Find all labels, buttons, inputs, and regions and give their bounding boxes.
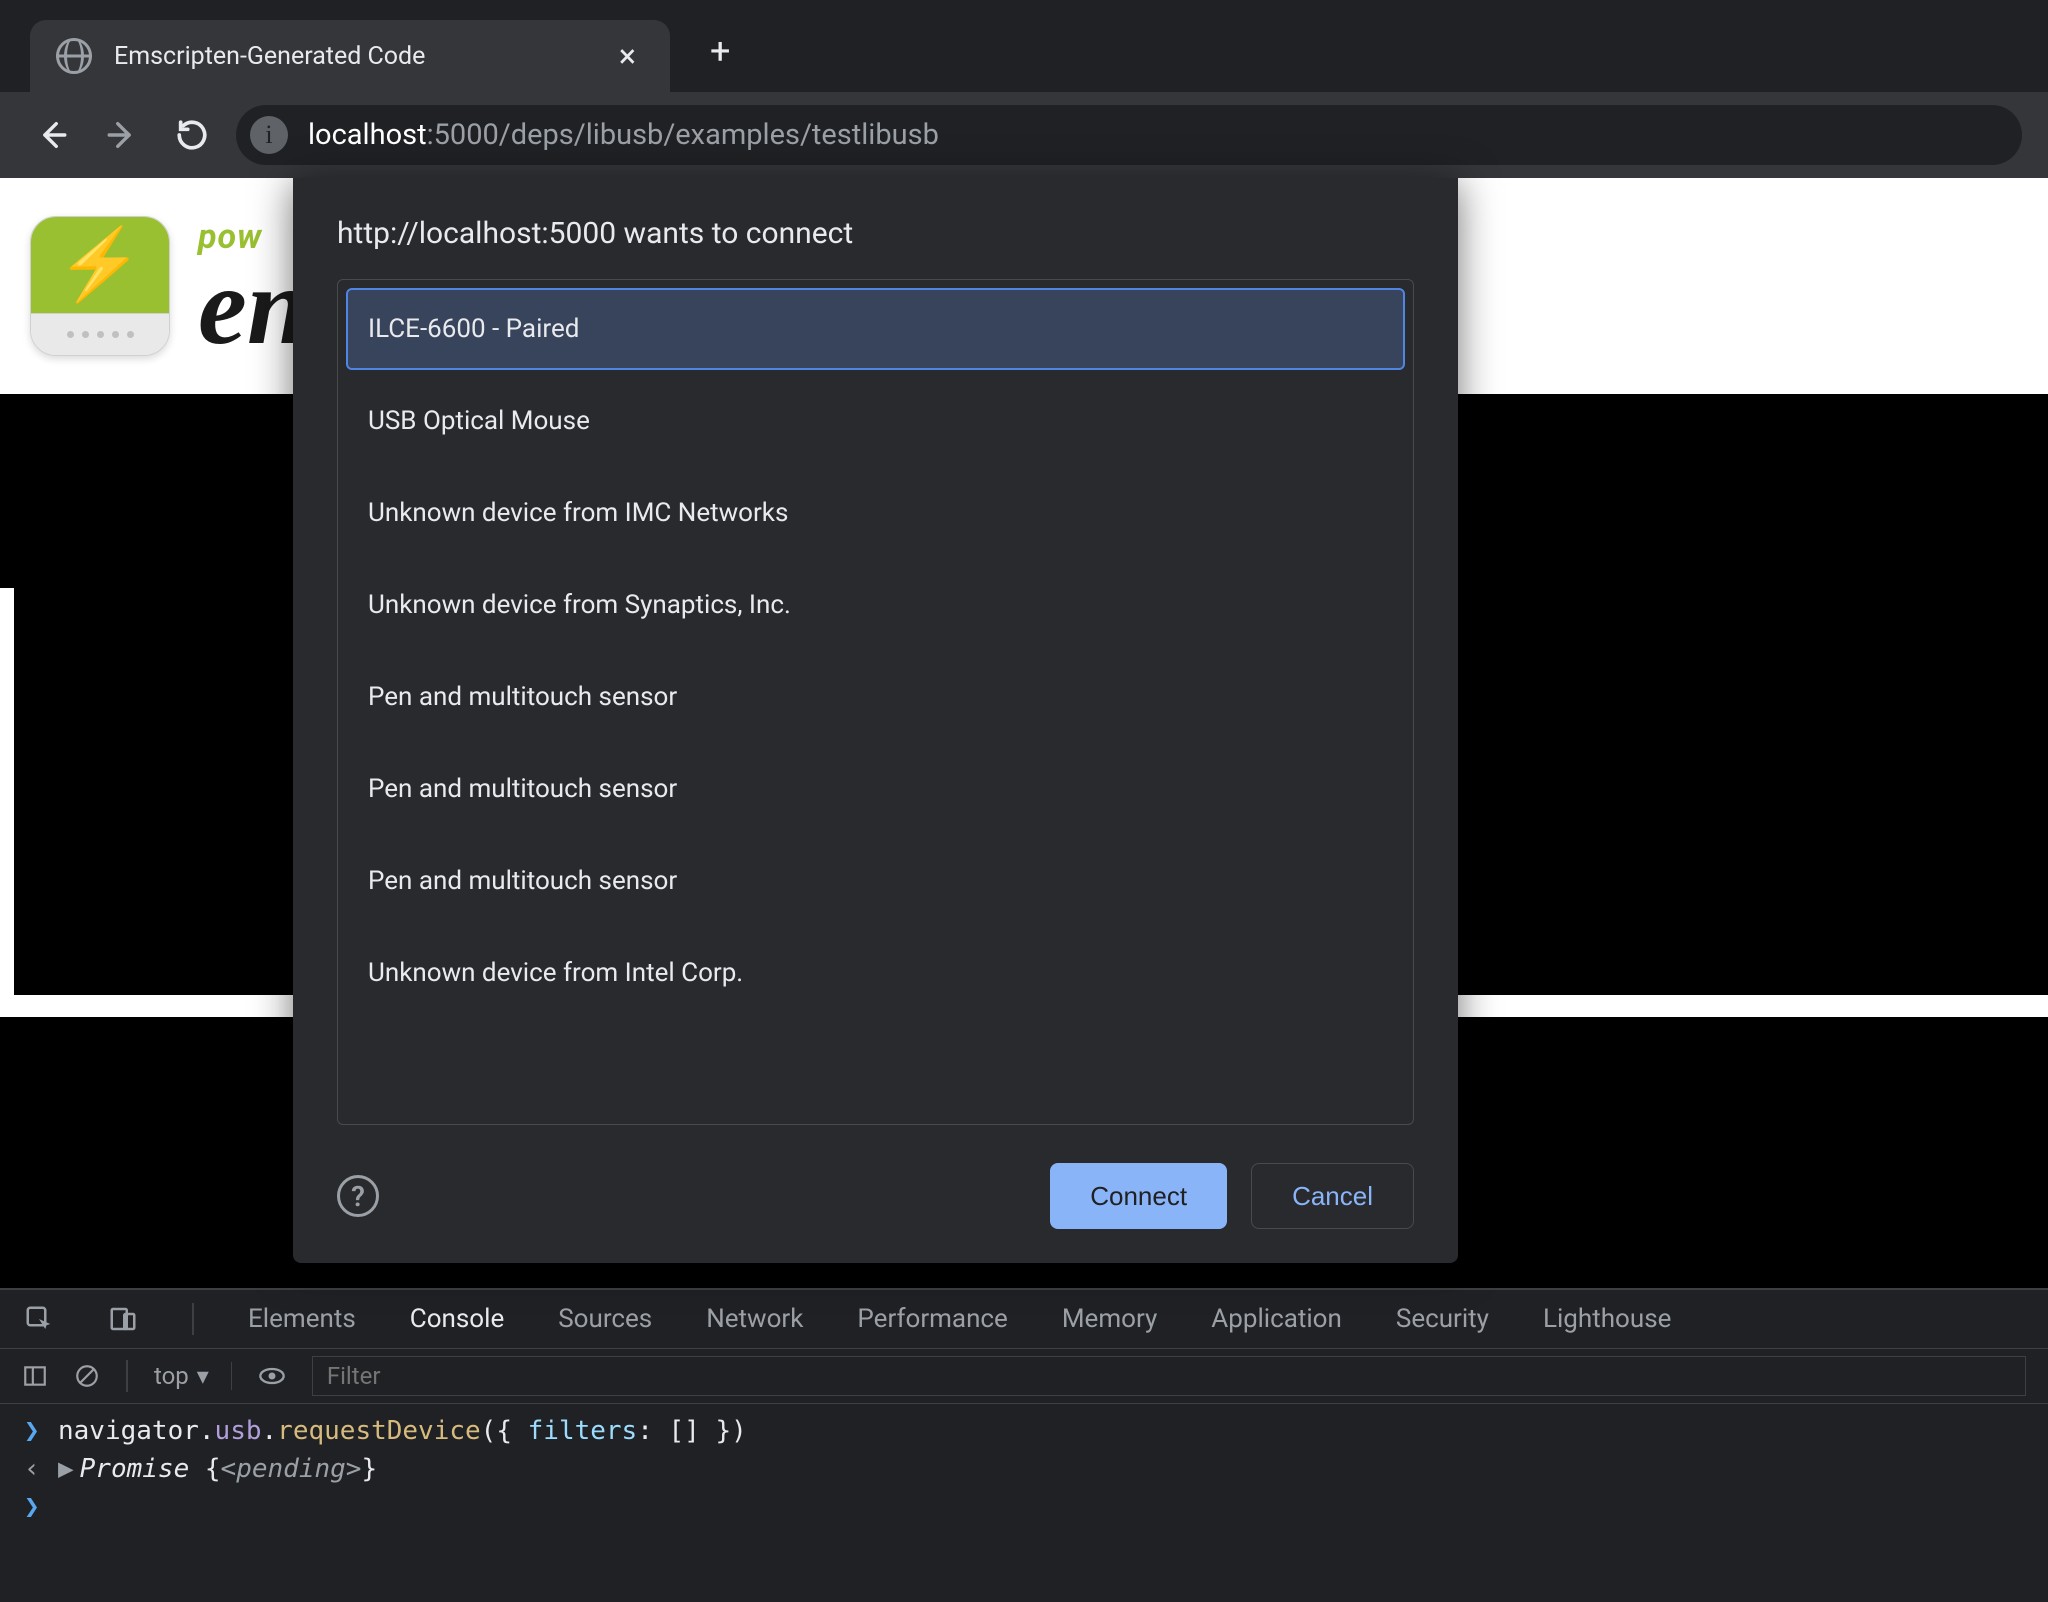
url-text: localhost:5000/deps/libusb/examples/test…	[308, 118, 939, 152]
browser-tab[interactable]: Emscripten-Generated Code ×	[30, 20, 670, 92]
new-tab-button[interactable]: +	[670, 30, 770, 92]
usb-prompt-text: http://localhost:5000 wants to connect	[337, 216, 1414, 251]
cancel-button[interactable]: Cancel	[1251, 1163, 1414, 1229]
logo-main-text: en	[198, 257, 308, 356]
console-log[interactable]: ❯ navigator.usb.requestDevice({ filters:…	[0, 1404, 2048, 1602]
clear-console-icon[interactable]	[74, 1363, 100, 1389]
forward-button[interactable]	[96, 109, 148, 161]
globe-icon	[56, 38, 92, 74]
console-input-line: ❯ navigator.usb.requestDevice({ filters:…	[0, 1412, 2048, 1450]
usb-device-list[interactable]: ILCE-6600 - Paired USB Optical Mouse Unkno…	[337, 279, 1414, 1125]
back-button[interactable]	[26, 109, 78, 161]
usb-device-item[interactable]: Unknown device from IMC Networks	[348, 474, 1403, 552]
tab-title: Emscripten-Generated Code	[114, 42, 589, 71]
usb-device-item[interactable]: Pen and multitouch sensor	[348, 842, 1403, 920]
console-output-line: ‹ ▶Promise {<pending>}	[0, 1450, 2048, 1488]
connect-button[interactable]: Connect	[1050, 1163, 1227, 1229]
console-prompt-line[interactable]: ❯	[0, 1488, 2048, 1526]
prompt-caret-icon: ❯	[24, 1492, 44, 1522]
emscripten-wordmark: pow en	[198, 217, 308, 356]
usb-device-item[interactable]: ILCE-6600 - Paired	[348, 290, 1403, 368]
browser-toolbar: i localhost:5000/deps/libusb/examples/te…	[0, 92, 2048, 178]
console-filter-input[interactable]	[312, 1356, 2026, 1396]
address-bar[interactable]: i localhost:5000/deps/libusb/examples/te…	[236, 105, 2022, 165]
devtools-panel: Elements Console Sources Network Perform…	[0, 1288, 2048, 1602]
inspect-element-icon[interactable]	[24, 1304, 54, 1334]
console-input-code: navigator.usb.requestDevice({ filters: […	[58, 1416, 747, 1446]
output-caret-icon: ‹	[24, 1454, 44, 1484]
usb-device-chooser: http://localhost:5000 wants to connect I…	[293, 178, 1458, 1263]
device-toolbar-icon[interactable]	[108, 1304, 138, 1334]
console-output-text: ▶Promise {<pending>}	[58, 1454, 377, 1484]
tab-application[interactable]: Application	[1211, 1304, 1342, 1334]
usb-device-item[interactable]: Pen and multitouch sensor	[348, 658, 1403, 736]
usb-device-item[interactable]: Unknown device from Synaptics, Inc.	[348, 566, 1403, 644]
tab-console[interactable]: Console	[410, 1304, 504, 1334]
tab-network[interactable]: Network	[706, 1304, 803, 1334]
live-expression-icon[interactable]	[258, 1362, 286, 1390]
white-vertical-strip	[0, 588, 14, 995]
usb-device-item[interactable]: USB Optical Mouse	[348, 382, 1403, 460]
emscripten-logo: ⚡	[30, 216, 170, 356]
reload-button[interactable]	[166, 109, 218, 161]
tab-security[interactable]: Security	[1396, 1304, 1489, 1334]
close-tab-icon[interactable]: ×	[611, 33, 644, 79]
devtools-tabs: Elements Console Sources Network Perform…	[0, 1290, 2048, 1348]
tab-strip: Emscripten-Generated Code × +	[0, 0, 2048, 92]
usb-device-item[interactable]: Pen and multitouch sensor	[348, 750, 1403, 828]
usb-device-item[interactable]: Unknown device from Intel Corp.	[348, 934, 1403, 1012]
console-sidebar-toggle-icon[interactable]	[22, 1363, 48, 1389]
tab-sources[interactable]: Sources	[558, 1304, 652, 1334]
tab-lighthouse[interactable]: Lighthouse	[1543, 1304, 1671, 1334]
tab-performance[interactable]: Performance	[857, 1304, 1007, 1334]
input-caret-icon: ❯	[24, 1416, 44, 1446]
tab-memory[interactable]: Memory	[1062, 1304, 1157, 1334]
bolt-icon: ⚡	[56, 224, 143, 306]
page-viewport: ⚡ pow en http://localhost:5000 wants to …	[0, 178, 2048, 1288]
tab-elements[interactable]: Elements	[248, 1304, 356, 1334]
help-icon[interactable]: ?	[337, 1175, 379, 1217]
chevron-down-icon: ▾	[197, 1362, 209, 1390]
site-info-icon[interactable]: i	[250, 116, 288, 154]
execution-context-selector[interactable]: top ▾	[154, 1362, 232, 1390]
console-toolbar: top ▾	[0, 1348, 2048, 1404]
